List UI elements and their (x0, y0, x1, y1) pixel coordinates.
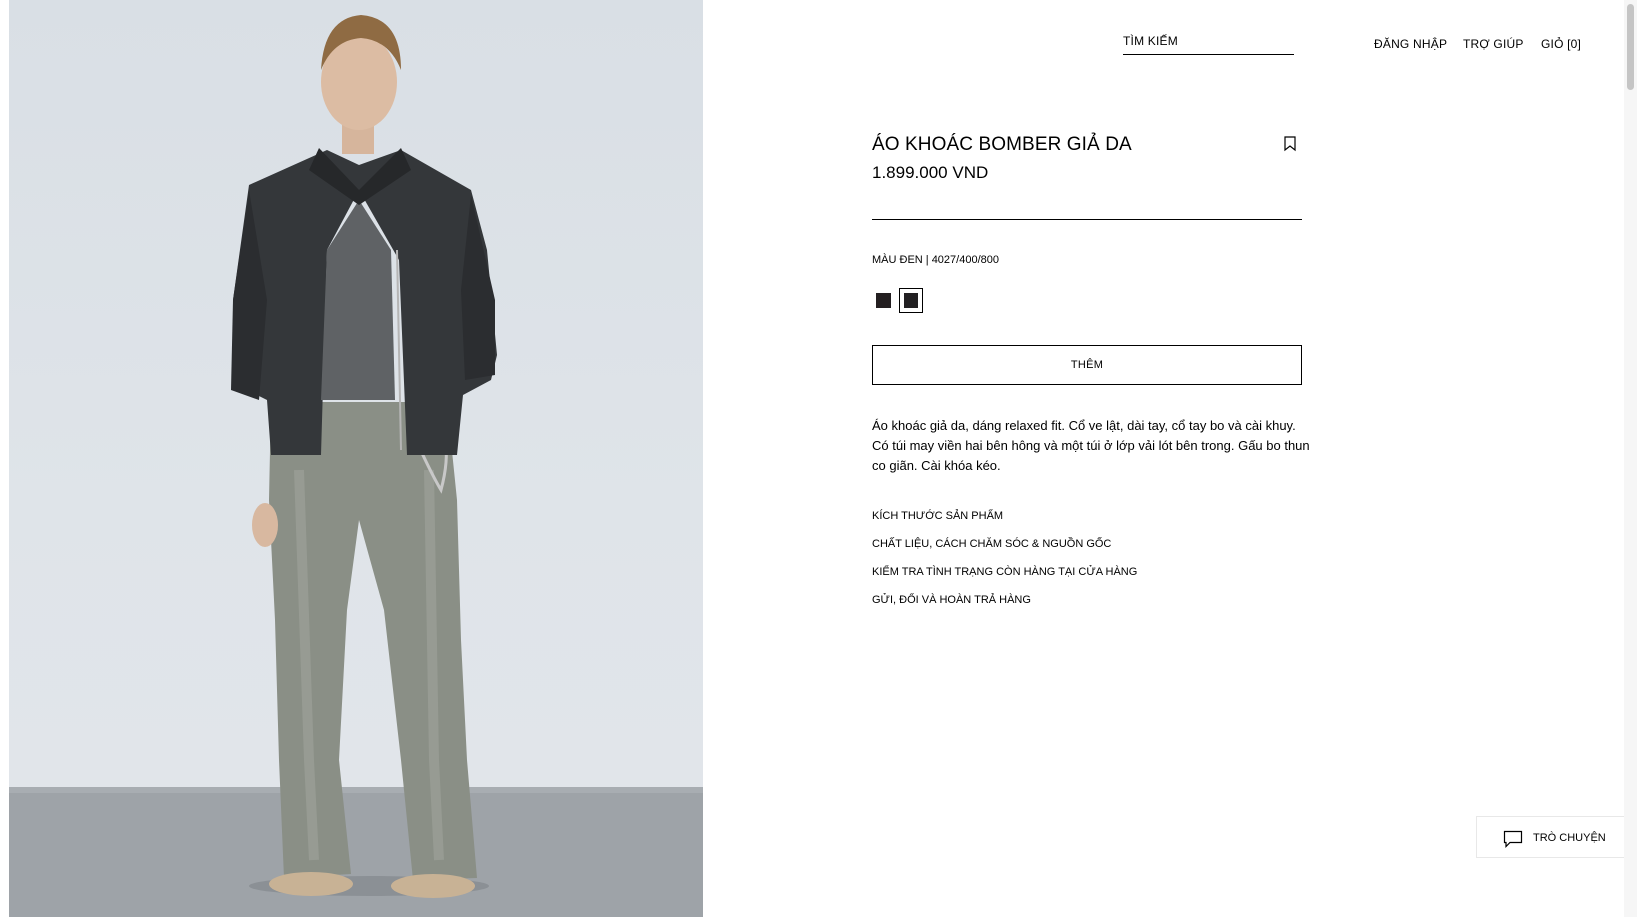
size-guide-link[interactable]: KÍCH THƯỚC SẢN PHẨM (872, 510, 1003, 522)
login-link[interactable]: ĐĂNG NHẬP (1374, 37, 1447, 51)
product-page: TÌM KIẾM ĐĂNG NHẬP TRỢ GIÚP GIỎ [0] ÁO K… (0, 0, 1637, 917)
cart-link[interactable]: GIỎ [0] (1541, 37, 1581, 51)
chat-bubble-icon (1503, 830, 1523, 848)
color-swatch[interactable] (876, 293, 891, 308)
price-divider (872, 219, 1302, 220)
model-illustration (9, 15, 703, 917)
color-reference: MÀU ĐEN | 4027/400/800 (872, 254, 999, 266)
add-to-cart-label: THÊM (1070, 359, 1104, 371)
product-price: 1.899.000 VND (872, 163, 989, 182)
product-title: ÁO KHOÁC BOMBER GIẢ DA (872, 134, 1132, 155)
add-to-cart-button[interactable]: THÊM (872, 345, 1302, 385)
chat-label: TRÒ CHUYỆN (1533, 832, 1606, 844)
scrollbar-thumb[interactable] (1627, 4, 1634, 90)
materials-care-link[interactable]: CHẤT LIỆU, CÁCH CHĂM SÓC & NGUỒN GỐC (872, 538, 1111, 550)
bookmark-icon[interactable] (1283, 136, 1297, 152)
color-swatch-selected[interactable] (899, 288, 923, 313)
search-label: TÌM KIẾM (1123, 34, 1178, 48)
swatch-fill (904, 293, 918, 308)
help-link[interactable]: TRỢ GIÚP (1463, 37, 1524, 51)
product-photo (9, 0, 703, 917)
shipping-returns-link[interactable]: GỬI, ĐỔI VÀ HOÀN TRẢ HÀNG (872, 594, 1031, 606)
scrollbar[interactable] (1624, 0, 1637, 917)
search-field[interactable]: TÌM KIẾM (1123, 34, 1294, 55)
chat-button[interactable]: TRÒ CHUYỆN (1476, 816, 1626, 858)
product-description: Áo khoác giả da, dáng relaxed fit. Cổ ve… (872, 418, 1310, 473)
store-availability-link[interactable]: KIỂM TRA TÌNH TRẠNG CÒN HÀNG TẠI CỬA HÀN… (872, 566, 1137, 578)
